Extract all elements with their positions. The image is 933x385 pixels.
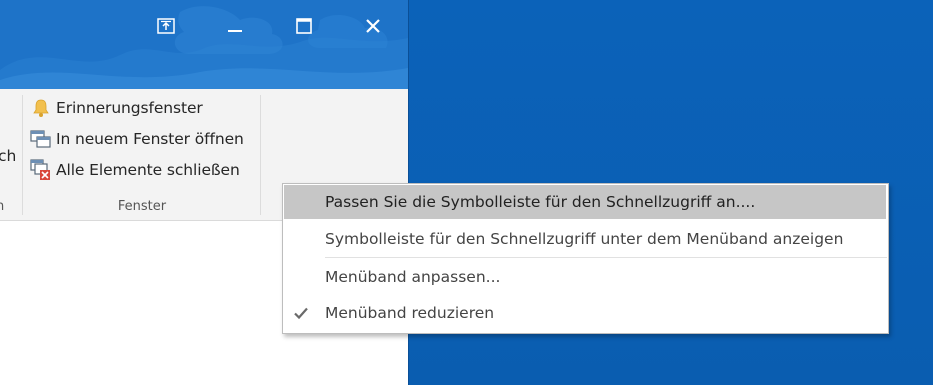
ribbon-cut-label: ch [0, 147, 17, 165]
show-qat-below-ribbon-item[interactable]: Symbolleiste für den Schnellzugriff unte… [284, 222, 886, 256]
close-all-items-icon [30, 159, 52, 181]
menu-item-label: Menüband anpassen... [325, 268, 501, 286]
menu-item-label: Passen Sie die Symbolleiste für den Schn… [325, 193, 756, 211]
menu-item-label: Symbolleiste für den Schnellzugriff unte… [325, 230, 844, 248]
maximize-icon [296, 18, 312, 34]
menu-item-label: Menüband reduzieren [325, 304, 495, 322]
close-all-items-label: Alle Elemente schließen [56, 161, 240, 179]
minimize-button[interactable] [215, 8, 255, 44]
bell-icon [30, 97, 52, 119]
group-separator [22, 95, 23, 215]
collapse-ribbon-item[interactable]: Menüband reduzieren [284, 296, 886, 330]
close-icon [366, 19, 380, 33]
close-all-items-button[interactable]: Alle Elemente schließen [30, 157, 240, 183]
ribbon-cut-group-label: n [0, 199, 4, 214]
title-bar [0, 0, 408, 89]
checkmark-icon [294, 307, 308, 320]
menu-separator [325, 257, 887, 258]
reminders-window-button[interactable]: Erinnerungsfenster [30, 95, 203, 121]
group-label-fenster: Fenster [117, 199, 167, 214]
ribbon-context-menu: Passen Sie die Symbolleiste für den Schn… [282, 183, 889, 334]
group-separator [260, 95, 261, 215]
close-button[interactable] [353, 8, 393, 44]
open-in-new-window-label: In neuem Fenster öffnen [56, 130, 244, 148]
titlebar-cloud-decoration [0, 6, 408, 89]
ribbon-display-options-icon [157, 18, 175, 34]
reminders-window-label: Erinnerungsfenster [56, 99, 203, 117]
maximize-button[interactable] [284, 8, 324, 44]
new-window-icon [30, 128, 52, 150]
open-in-new-window-button[interactable]: In neuem Fenster öffnen [30, 126, 244, 152]
minimize-icon [228, 30, 242, 32]
ribbon-display-options-button[interactable] [146, 8, 186, 44]
customize-ribbon-item[interactable]: Menüband anpassen... [284, 260, 886, 294]
customize-quick-access-toolbar-item[interactable]: Passen Sie die Symbolleiste für den Schn… [284, 185, 886, 219]
